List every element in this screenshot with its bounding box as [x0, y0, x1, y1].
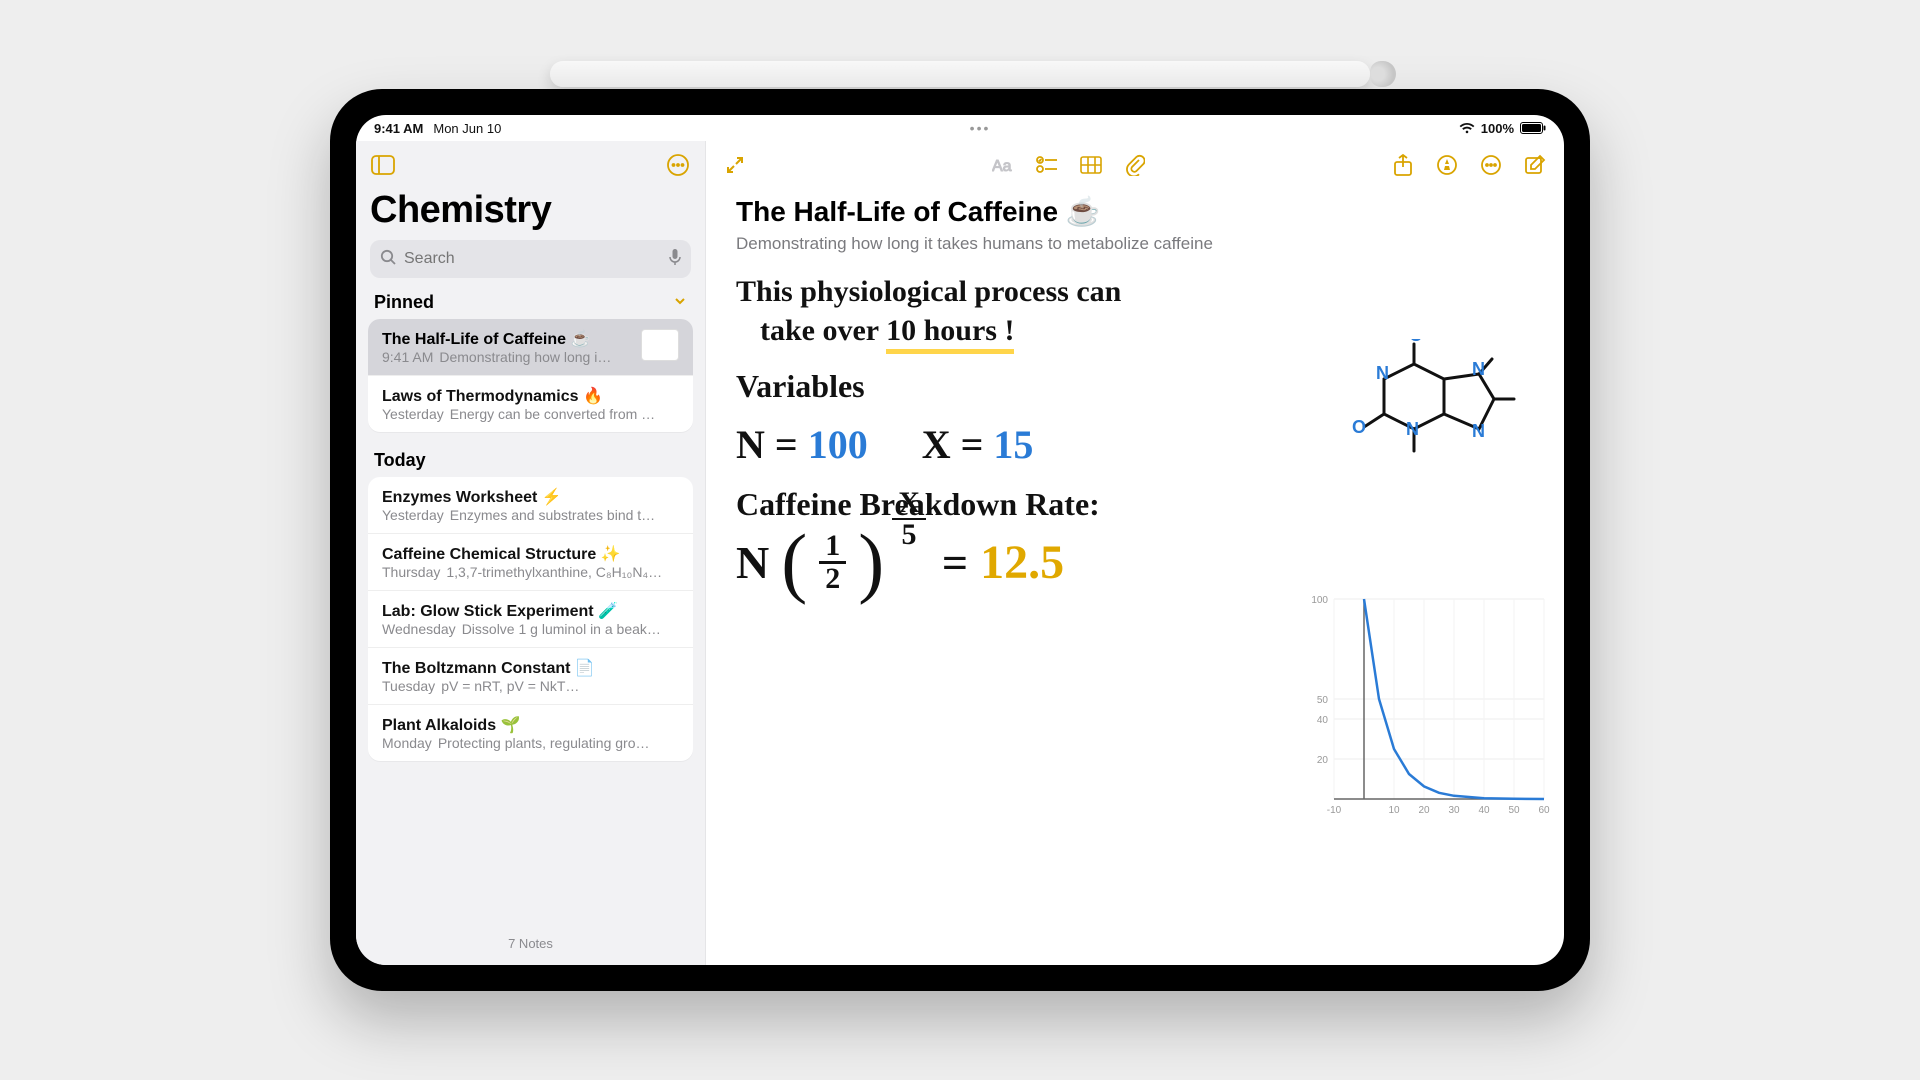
svg-text:30: 30 [1448, 805, 1460, 816]
note-time: Thursday [382, 564, 440, 580]
svg-text:50: 50 [1317, 695, 1329, 706]
text-format-button[interactable]: Aa [990, 152, 1016, 178]
svg-text:O: O [1409, 339, 1423, 345]
note-title: Lab: Glow Stick Experiment 🧪 [382, 601, 618, 621]
note-preview: Demonstrating how long i… [439, 349, 611, 365]
battery-icon [1520, 122, 1546, 134]
note-title: Enzymes Worksheet ⚡ [382, 487, 562, 507]
svg-text:10: 10 [1388, 805, 1400, 816]
note-title: The Boltzmann Constant 📄 [382, 658, 595, 678]
svg-text:60: 60 [1538, 805, 1550, 816]
note-row[interactable]: Laws of Thermodynamics 🔥 Yesterday Energy… [368, 376, 693, 432]
svg-text:40: 40 [1317, 715, 1329, 726]
svg-text:O: O [1352, 417, 1366, 437]
wifi-icon [1459, 122, 1475, 134]
today-section-label: Today [374, 450, 426, 471]
svg-text:Aa: Aa [992, 158, 1012, 175]
svg-text:20: 20 [1418, 805, 1430, 816]
search-field[interactable] [370, 240, 691, 278]
multitask-dots-icon[interactable]: ••• [970, 120, 991, 136]
svg-text:N: N [1472, 421, 1485, 441]
note-title: Caffeine Chemical Structure ✨ [382, 544, 621, 564]
svg-text:20: 20 [1317, 755, 1329, 766]
svg-text:100: 100 [1311, 595, 1328, 606]
note-time: Wednesday [382, 621, 456, 637]
caffeine-molecule-drawing: O O N N N N [1334, 339, 1534, 509]
note-heading: The Half-Life of Caffeine ☕ [736, 195, 1101, 228]
note-time: Yesterday [382, 406, 444, 422]
handwriting-line: take over [760, 314, 879, 347]
svg-text:-10: -10 [1327, 805, 1342, 816]
table-button[interactable] [1078, 152, 1104, 178]
checklist-button[interactable] [1034, 152, 1060, 178]
variable-x: X = 15 [922, 421, 1034, 468]
sidebar-toggle-button[interactable] [370, 152, 396, 178]
note-preview: Dissolve 1 g luminol in a beak… [462, 621, 661, 637]
note-title: Laws of Thermodynamics 🔥 [382, 386, 603, 406]
attachment-button[interactable] [1122, 152, 1148, 178]
note-preview: 1,3,7-trimethylxanthine, C₈H₁₀N₄… [446, 564, 662, 580]
caffeine-chart: 20 40 50 100 -10 10 20 30 40 50 60 [1294, 589, 1554, 829]
variable-n: N = 100 [736, 421, 868, 468]
note-time: 9:41 AM [382, 349, 433, 365]
note-toolbar: Aa [706, 141, 1564, 189]
note-subtitle: Demonstrating how long it takes humans t… [736, 234, 1534, 254]
note-body[interactable]: The Half-Life of Caffeine ☕ Demonstratin… [706, 189, 1564, 965]
expand-fullscreen-button[interactable] [722, 152, 748, 178]
compose-button[interactable] [1522, 152, 1548, 178]
pinned-section-label: Pinned [374, 292, 434, 313]
handwriting-emphasis: 10 hours ! [886, 314, 1014, 354]
search-icon [380, 249, 396, 270]
more-actions-button[interactable] [1478, 152, 1504, 178]
note-title: Plant Alkaloids 🌱 [382, 715, 520, 735]
screen: 9:41 AM Mon Jun 10 ••• 100% [356, 115, 1564, 965]
handwriting-line: This physiological process can [736, 272, 1534, 311]
notes-sidebar: Chemistry Pinned [356, 141, 706, 965]
svg-text:40: 40 [1478, 805, 1490, 816]
more-options-button[interactable] [665, 152, 691, 178]
chevron-down-icon[interactable] [673, 292, 687, 313]
note-row[interactable]: Caffeine Chemical Structure ✨ Thursday 1,… [368, 534, 693, 591]
svg-text:N: N [1406, 419, 1419, 439]
today-list: Enzymes Worksheet ⚡ Yesterday Enzymes and… [368, 477, 693, 761]
status-bar: 9:41 AM Mon Jun 10 ••• 100% [356, 115, 1564, 141]
ipad-device-frame: 9:41 AM Mon Jun 10 ••• 100% [330, 89, 1590, 991]
note-time: Yesterday [382, 507, 444, 523]
svg-text:N: N [1376, 363, 1389, 383]
note-time: Tuesday [382, 678, 435, 694]
note-editor: Aa The Half-Life of Caffeine ☕ Demonstra… [706, 141, 1564, 965]
note-row[interactable]: Lab: Glow Stick Experiment 🧪 Wednesday Di… [368, 591, 693, 648]
note-preview: pV = nRT, pV = NkT… [441, 678, 579, 694]
status-time: 9:41 AM [374, 121, 423, 136]
variables-heading: Variables [736, 368, 865, 405]
sidebar-footer-count: 7 Notes [356, 922, 705, 965]
pinned-list: The Half-Life of Caffeine ☕ 9:41 AM Demon… [368, 319, 693, 432]
note-row[interactable]: The Boltzmann Constant 📄 Tuesday pV = nRT… [368, 648, 693, 705]
note-preview: Protecting plants, regulating gro… [438, 735, 650, 751]
note-preview: Energy can be converted from … [450, 406, 655, 422]
note-title: The Half-Life of Caffeine ☕ [382, 329, 590, 349]
markup-button[interactable] [1434, 152, 1460, 178]
svg-text:N: N [1472, 359, 1485, 379]
note-row[interactable]: Plant Alkaloids 🌱 Monday Protecting plant… [368, 705, 693, 761]
search-input[interactable] [404, 250, 661, 268]
note-thumbnail [641, 329, 679, 361]
folder-title: Chemistry [356, 189, 705, 240]
apple-pencil [550, 61, 1370, 87]
dictation-icon[interactable] [669, 248, 681, 271]
note-row[interactable]: Enzymes Worksheet ⚡ Yesterday Enzymes and… [368, 477, 693, 534]
status-date: Mon Jun 10 [433, 121, 501, 136]
note-preview: Enzymes and substrates bind t… [450, 507, 655, 523]
battery-percent: 100% [1481, 121, 1514, 136]
formula: N ( 12 ) X5 = 12.5 [736, 531, 1534, 594]
note-row[interactable]: The Half-Life of Caffeine ☕ 9:41 AM Demon… [368, 319, 693, 376]
svg-text:50: 50 [1508, 805, 1520, 816]
share-button[interactable] [1390, 152, 1416, 178]
note-time: Monday [382, 735, 432, 751]
